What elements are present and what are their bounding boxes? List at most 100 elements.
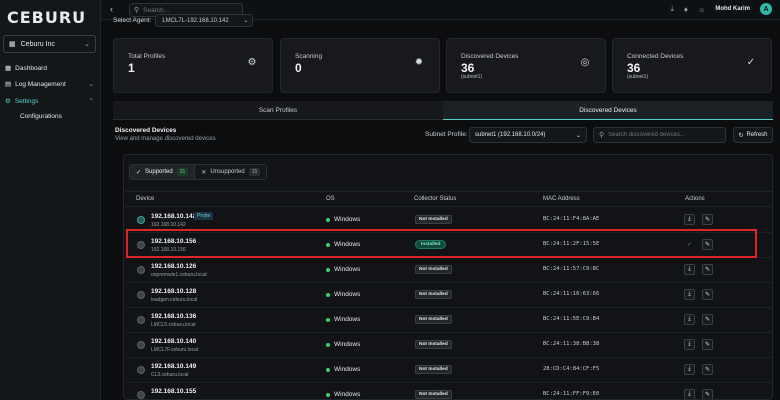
- close-icon: ✕: [201, 169, 207, 176]
- stat-card-discovered-devices: Discovered Devices 36 (subnet1) ◎: [446, 38, 606, 93]
- os-cell: Windows: [326, 391, 360, 398]
- collector-status-badge: Not Installed: [415, 390, 452, 399]
- edit-icon[interactable]: ✎: [702, 314, 713, 325]
- table-header: Device OS Collector Status MAC Address A…: [125, 191, 772, 207]
- edit-icon[interactable]: ✎: [702, 214, 713, 225]
- edit-icon[interactable]: ✎: [702, 289, 713, 300]
- tab-bar: Scan Profiles Discovered Devices: [113, 101, 773, 120]
- os-label: Windows: [334, 266, 361, 273]
- table-row[interactable]: 192.168.10.140 LMCL7F.ceburu.local Windo…: [125, 333, 772, 358]
- mac-address: BC:24:11:38:B8:38: [543, 341, 600, 347]
- table-row[interactable]: 192.168.10.155 Windows Not Installed BC:…: [125, 383, 772, 399]
- grid-icon: ▦: [5, 65, 12, 72]
- subnet-select[interactable]: subnet1 (192.168.10.0/24) ⌄: [469, 127, 587, 143]
- table-row[interactable]: 192.168.10.149 CL3.ceburu.local Windows …: [125, 358, 772, 383]
- sidebar-item-dashboard[interactable]: ▦ Dashboard: [3, 61, 97, 75]
- filter-toggle: ✓ Supported 21 ✕ Unsupported 15: [129, 164, 268, 180]
- device-host: CL3.ceburu.local: [151, 372, 189, 378]
- edit-icon[interactable]: ✎: [702, 264, 713, 275]
- agent-select[interactable]: LMCL7L-192.168.10.142 ⌄: [155, 14, 254, 27]
- table-row[interactable]: 192.168.10.136 LMCL5.ceburu.local Window…: [125, 308, 772, 333]
- status-dot-icon: [326, 367, 330, 372]
- download-icon[interactable]: ⤓: [684, 289, 695, 300]
- table-row[interactable]: 192.168.10.128 loadgen.ceburu.local Wind…: [125, 283, 772, 308]
- section-title: Discovered Devices: [115, 127, 177, 134]
- mac-address: BC:24:11:FF:F9:E0: [543, 391, 600, 397]
- edit-icon[interactable]: ✎: [702, 364, 713, 375]
- download-icon[interactable]: ⤓: [684, 264, 695, 275]
- filter-label: Unsupported: [210, 169, 245, 175]
- table-row[interactable]: 192.168.10.142 Probe 192.168.10.142 Wind…: [125, 208, 772, 233]
- device-search[interactable]: ⚲: [593, 127, 726, 143]
- download-icon[interactable]: ⤓: [684, 314, 695, 325]
- column-header: Actions: [685, 196, 705, 202]
- sidebar-item-log-management[interactable]: ▤ Log Management ⌄: [3, 77, 97, 91]
- device-ip: 192.168.10.149: [151, 363, 197, 370]
- device-icon: [137, 341, 145, 349]
- filter-supported[interactable]: ✓ Supported 21: [130, 165, 196, 179]
- subnet-value: subnet1 (192.168.10.0/24): [475, 132, 546, 138]
- sidebar-item-configurations[interactable]: Configurations: [20, 113, 62, 120]
- status-dot-icon: [326, 217, 330, 222]
- os-label: Windows: [334, 366, 361, 373]
- device-host: 192.168.10.156: [151, 247, 186, 253]
- agent-label: Select Agent:: [113, 17, 152, 24]
- stat-label: Total Profiles: [128, 53, 166, 60]
- device-host: LMCL7F.ceburu.local: [151, 347, 198, 353]
- probe-badge: Probe: [194, 212, 214, 220]
- search-icon: ⚲: [599, 132, 605, 139]
- os-cell: Windows: [326, 241, 360, 248]
- collector-status-badge: Not Installed: [415, 290, 452, 299]
- table-row[interactable]: 192.168.10.126 onpremwin1.ceburu.local W…: [125, 258, 772, 283]
- mac-address: 28:CD:C4:84:CF:F5: [543, 366, 600, 372]
- bell-icon[interactable]: ♦: [684, 5, 688, 14]
- download-icon[interactable]: ⤓: [684, 339, 695, 350]
- stat-value: 36: [627, 61, 641, 75]
- download-icon[interactable]: ⤓: [684, 214, 695, 225]
- user-name: Mohd Karim: [715, 6, 750, 12]
- agent-value: LMCL7L-192.168.10.142: [162, 17, 229, 24]
- refresh-button[interactable]: ↻ Refresh: [733, 127, 773, 143]
- status-dot-icon: [326, 267, 330, 272]
- tab-discovered-devices[interactable]: Discovered Devices: [443, 101, 773, 120]
- gear-icon: ⚙: [247, 57, 257, 68]
- device-search-input[interactable]: [608, 132, 719, 138]
- collector-status-badge: Not Installed: [415, 365, 452, 374]
- sidebar-item-settings[interactable]: ⚙ Settings ⌃: [3, 94, 97, 108]
- tab-scan-profiles[interactable]: Scan Profiles: [113, 101, 443, 120]
- device-host: onpremwin1.ceburu.local: [151, 272, 207, 278]
- sun-icon[interactable]: ☼: [698, 5, 705, 14]
- column-header: MAC Address: [543, 196, 580, 202]
- avatar[interactable]: A: [760, 3, 772, 15]
- check-icon: ✓: [136, 169, 142, 176]
- sidebar: CEBURU ▦ Ceburu Inc ⌄ ▦ Dashboard ▤ Log …: [0, 0, 101, 400]
- sidebar-item-label: Settings: [14, 97, 39, 105]
- device-icon: [137, 316, 145, 324]
- stat-value: 1: [128, 61, 135, 75]
- edit-icon[interactable]: ✎: [702, 389, 713, 399]
- device-icon: [137, 366, 145, 374]
- device-ip: 192.168.10.156: [151, 238, 197, 245]
- device-ip: 192.168.10.140: [151, 338, 197, 345]
- collector-status-badge: Not Installed: [415, 340, 452, 349]
- table-row[interactable]: 192.168.10.156 192.168.10.156 Windows In…: [125, 233, 772, 258]
- edit-icon[interactable]: ✎: [702, 239, 713, 250]
- logo: CEBURU: [7, 8, 87, 27]
- search-input[interactable]: [143, 6, 234, 14]
- edit-icon[interactable]: ✎: [702, 339, 713, 350]
- gear-icon: ⚙: [5, 98, 11, 105]
- section-subtitle: View and manage discovered devices: [115, 136, 216, 142]
- download-icon[interactable]: ⤓: [684, 364, 695, 375]
- device-ip: 192.168.10.126: [151, 263, 197, 270]
- org-selector[interactable]: ▦ Ceburu Inc ⌄: [3, 35, 96, 53]
- download-icon[interactable]: ⤓: [684, 389, 695, 399]
- stat-label: Scanning: [295, 53, 323, 60]
- filter-unsupported[interactable]: ✕ Unsupported 15: [195, 165, 266, 179]
- chevron-down-icon: ⌄: [243, 18, 249, 24]
- chevron-up-icon: ⌃: [88, 98, 94, 105]
- download-icon[interactable]: ⤓: [670, 4, 674, 14]
- topbar-actions: ⤓ ♦ ☼ Mohd Karim A: [670, 3, 772, 15]
- stat-sub: (subnet1): [627, 74, 649, 80]
- os-cell: Windows: [326, 316, 360, 323]
- chevron-left-icon[interactable]: ‹: [110, 4, 113, 14]
